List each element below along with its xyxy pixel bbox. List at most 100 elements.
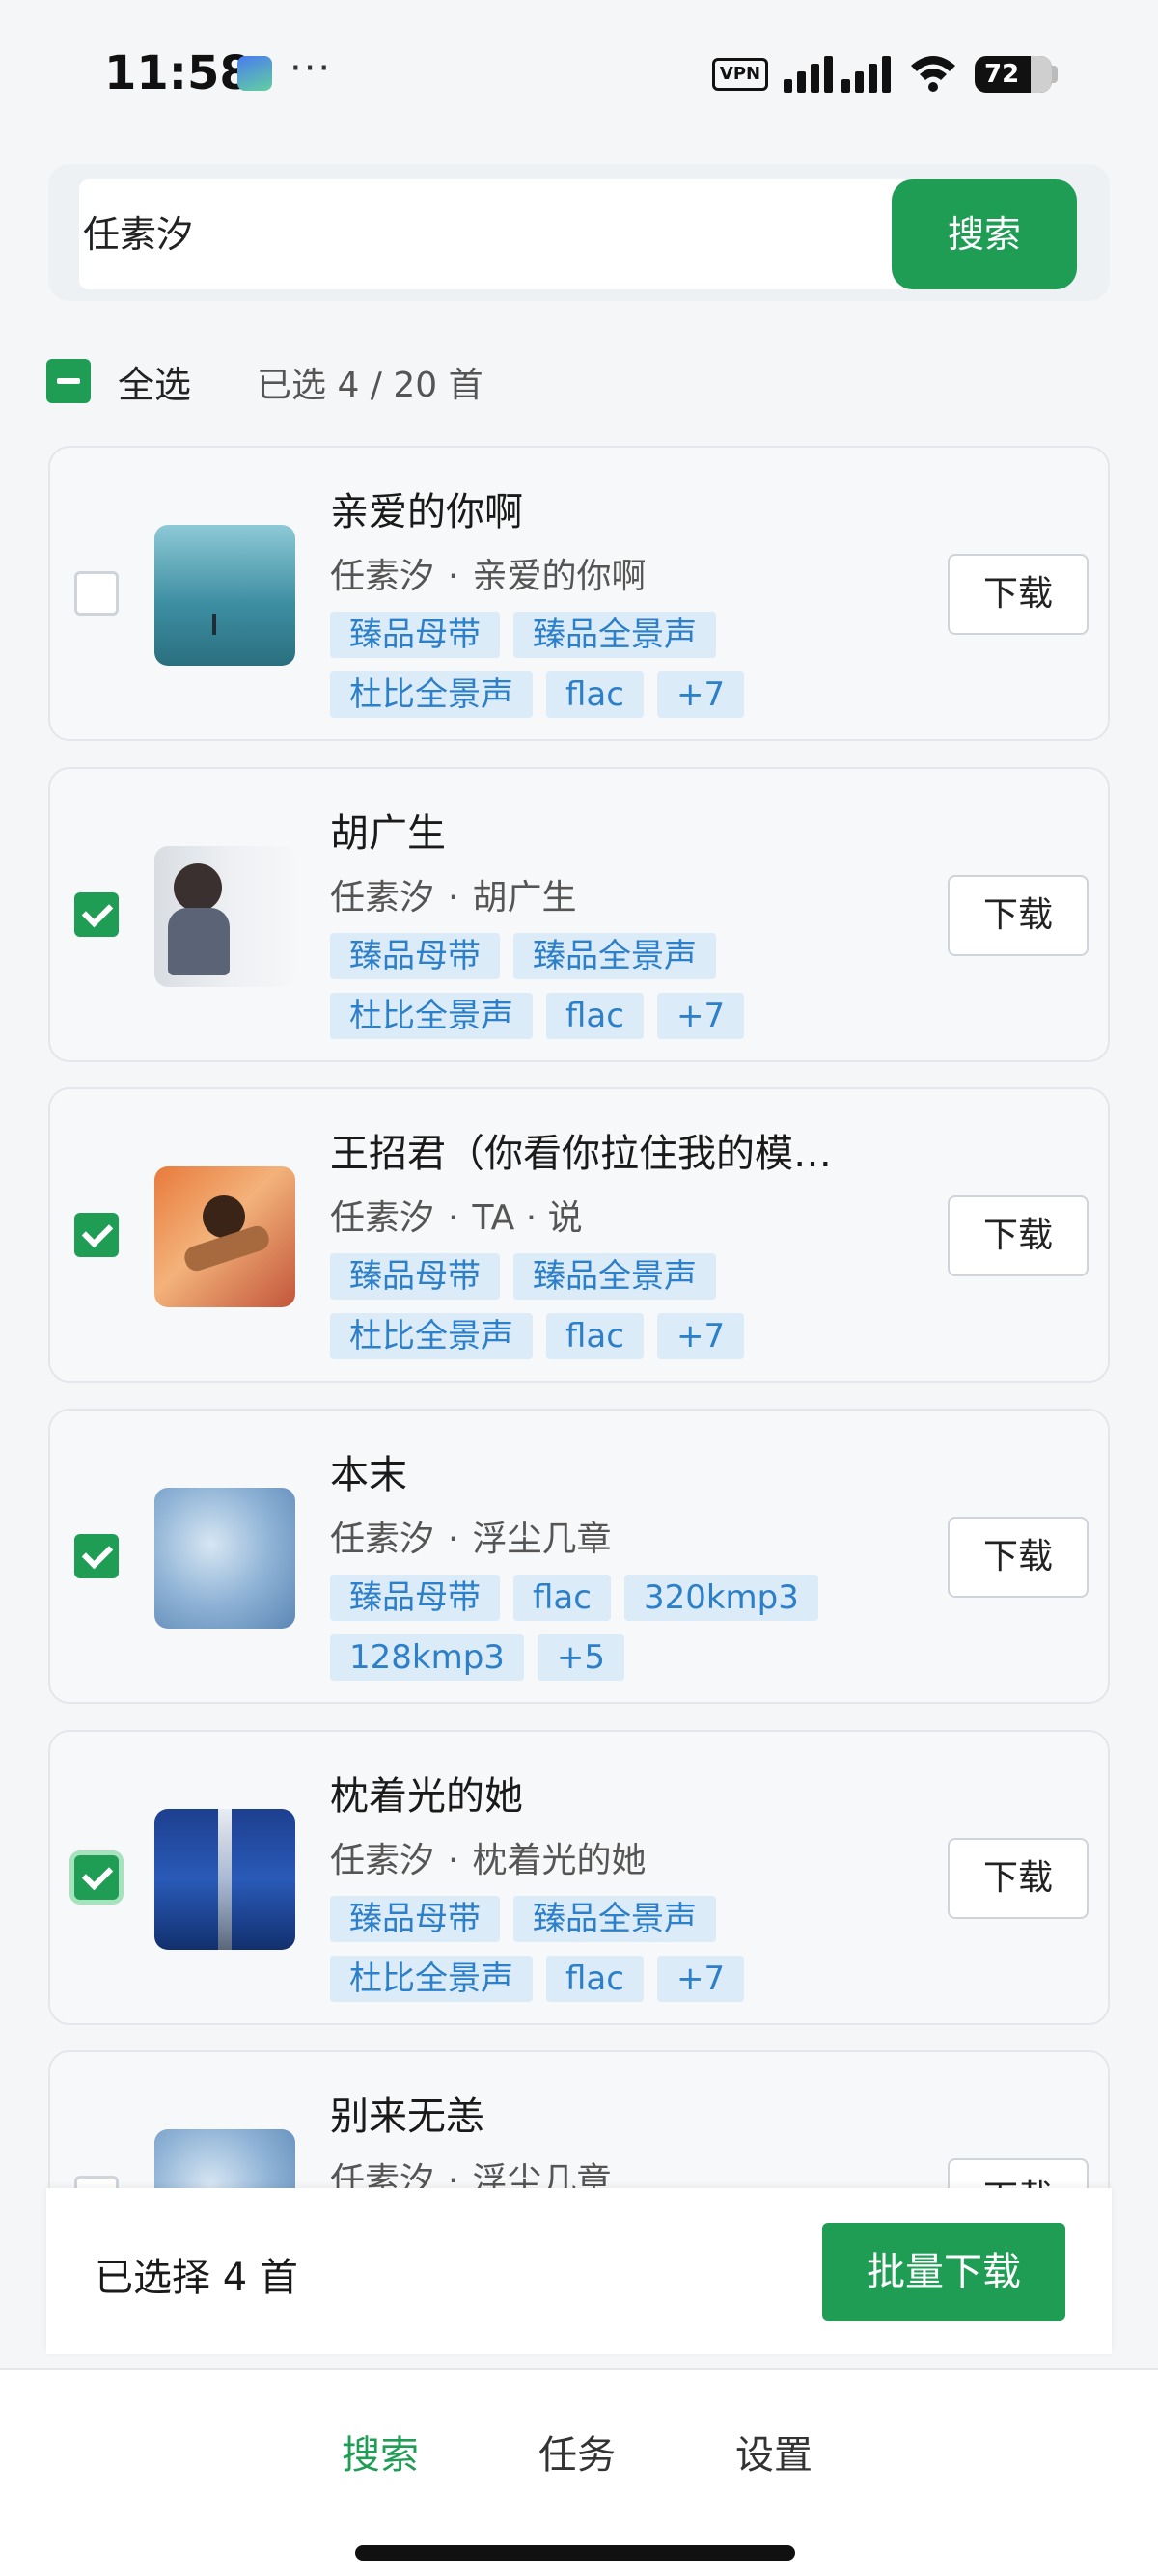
- download-button[interactable]: 下载: [948, 1195, 1089, 1276]
- quality-tag: 臻品母带: [330, 933, 500, 979]
- song-checkbox[interactable]: [74, 1213, 119, 1257]
- status-bar: 11:58 ··· VPN 72: [0, 0, 1158, 145]
- song-checkbox[interactable]: [74, 1855, 119, 1900]
- song-item: 胡广生 任素汐 · 胡广生 臻品母带 臻品全景声 杜比全景声 flac +7 下载: [48, 767, 1110, 1062]
- quality-tag: 杜比全景声: [330, 993, 533, 1039]
- song-checkbox[interactable]: [74, 571, 119, 616]
- song-title: 本末: [330, 1453, 407, 1497]
- quality-tag: 128kmp3: [330, 1634, 524, 1681]
- song-artist: 任素汐: [330, 1841, 435, 1880]
- download-button[interactable]: 下载: [948, 1517, 1089, 1598]
- album-cover: [154, 846, 295, 987]
- song-item: 本末 任素汐 · 浮尘几章 臻品母带 flac 320kmp3 128kmp3 +5…: [48, 1409, 1110, 1704]
- quality-tags: 臻品母带 臻品全景声 杜比全景声 flac +7: [330, 1896, 870, 2002]
- song-title: 胡广生: [330, 811, 446, 856]
- song-album: 枕着光的她: [472, 1841, 647, 1880]
- home-indicator[interactable]: [355, 2545, 795, 2561]
- song-album: 亲爱的你啊: [472, 557, 647, 596]
- vpn-icon: VPN: [712, 58, 768, 91]
- song-checkbox[interactable]: [74, 1534, 119, 1578]
- song-meta: 任素汐 · 胡广生: [330, 869, 576, 919]
- quality-tags: 臻品母带 臻品全景声 杜比全景声 flac +7: [330, 1253, 870, 1359]
- quality-tag: flac: [546, 1313, 644, 1359]
- song-artist: 任素汐: [330, 1198, 435, 1238]
- song-album: 胡广生: [472, 878, 577, 918]
- song-title: 别来无恙: [330, 2095, 484, 2139]
- song-artist: 任素汐: [330, 878, 435, 918]
- quality-tag: 320kmp3: [623, 1575, 818, 1621]
- album-cover: [154, 1809, 295, 1950]
- more-tags-badge: +7: [656, 671, 745, 718]
- app-notification-icon: [237, 56, 272, 91]
- select-all-checkbox[interactable]: [46, 359, 91, 403]
- quality-tag: 杜比全景声: [330, 1313, 533, 1359]
- song-album: 浮尘几章: [472, 1520, 612, 1559]
- album-cover: [154, 1166, 295, 1307]
- album-cover: [154, 1488, 295, 1629]
- separator: ·: [448, 557, 459, 596]
- song-item: 枕着光的她 任素汐 · 枕着光的她 臻品母带 臻品全景声 杜比全景声 flac +7…: [48, 1730, 1110, 2025]
- song-meta: 任素汐 · 亲爱的你啊: [330, 548, 646, 598]
- tab-tasks[interactable]: 任务: [538, 2424, 616, 2480]
- battery-tip: [1052, 66, 1058, 83]
- quality-tag: flac: [513, 1575, 611, 1621]
- search-bar: 任素汐 搜索: [48, 164, 1110, 301]
- select-all-row: 全选 已选 4 / 20 首: [46, 353, 1108, 411]
- song-title: 枕着光的她: [330, 1774, 523, 1819]
- separator: ·: [448, 1198, 459, 1238]
- quality-tag: 杜比全景声: [330, 671, 533, 718]
- song-title: 王招君（你看你拉住我的模…: [330, 1132, 832, 1176]
- more-notifications-icon: ···: [290, 46, 333, 91]
- quality-tag: 臻品母带: [330, 1896, 500, 1942]
- quality-tag: 臻品全景声: [513, 1896, 716, 1942]
- song-item: 王招君（你看你拉住我的模… 任素汐 · TA · 说 臻品母带 臻品全景声 杜比全景…: [48, 1087, 1110, 1383]
- song-artist: 任素汐: [330, 1520, 435, 1559]
- signal-icon: [784, 56, 891, 93]
- more-tags-badge: +7: [656, 1313, 745, 1359]
- more-tags-badge: +7: [656, 993, 745, 1039]
- quality-tags: 臻品母带 臻品全景声 杜比全景声 flac +7: [330, 612, 870, 718]
- song-album: TA · 说: [472, 1198, 583, 1238]
- battery-level: 72: [984, 60, 1020, 89]
- search-button[interactable]: 搜索: [892, 179, 1077, 289]
- status-time: 11:58: [104, 46, 252, 100]
- more-tags-badge: +7: [656, 1956, 745, 2002]
- song-meta: 任素汐 · TA · 说: [330, 1190, 583, 1240]
- quality-tag: 臻品全景声: [513, 933, 716, 979]
- quality-tag: flac: [546, 671, 644, 718]
- quality-tags: 臻品母带 臻品全景声 杜比全景声 flac +7: [330, 933, 870, 1039]
- tab-settings[interactable]: 设置: [735, 2424, 813, 2480]
- battery-icon: 72: [975, 56, 1052, 93]
- song-title: 亲爱的你啊: [330, 490, 523, 534]
- song-checkbox[interactable]: [74, 892, 119, 937]
- more-tags-badge: +5: [537, 1634, 625, 1681]
- song-meta: 任素汐 · 浮尘几章: [330, 1511, 611, 1561]
- album-cover: [154, 525, 295, 666]
- tab-search[interactable]: 搜索: [342, 2424, 419, 2480]
- separator: ·: [448, 878, 459, 918]
- song-artist: 任素汐: [330, 557, 435, 596]
- quality-tags: 臻品母带 flac 320kmp3 128kmp3 +5: [330, 1575, 870, 1681]
- batch-download-button[interactable]: 批量下载: [822, 2223, 1065, 2321]
- batch-action-bar: 已选择 4 首 批量下载: [46, 2188, 1112, 2354]
- download-button[interactable]: 下载: [948, 1838, 1089, 1919]
- download-button[interactable]: 下载: [948, 875, 1089, 956]
- quality-tag: flac: [546, 993, 644, 1039]
- quality-tag: 杜比全景声: [330, 1956, 533, 2002]
- quality-tag: 臻品全景声: [513, 612, 716, 658]
- separator: ·: [448, 1520, 459, 1559]
- song-item: 亲爱的你啊 任素汐 · 亲爱的你啊 臻品母带 臻品全景声 杜比全景声 flac +7…: [48, 446, 1110, 741]
- quality-tag: 臻品母带: [330, 1253, 500, 1300]
- bottom-tab-bar: 搜索 任务 设置: [0, 2368, 1158, 2576]
- select-all-label[interactable]: 全选: [118, 355, 191, 408]
- wifi-icon: [911, 56, 955, 92]
- quality-tag: 臻品母带: [330, 1575, 500, 1621]
- selected-summary: 已选择 4 首: [95, 2256, 298, 2300]
- separator: ·: [448, 1841, 459, 1880]
- quality-tag: 臻品母带: [330, 612, 500, 658]
- quality-tag: 臻品全景声: [513, 1253, 716, 1300]
- selected-count: 已选 4 / 20 首: [257, 366, 483, 405]
- search-input[interactable]: 任素汐: [79, 179, 911, 289]
- download-button[interactable]: 下载: [948, 554, 1089, 635]
- quality-tag: flac: [546, 1956, 644, 2002]
